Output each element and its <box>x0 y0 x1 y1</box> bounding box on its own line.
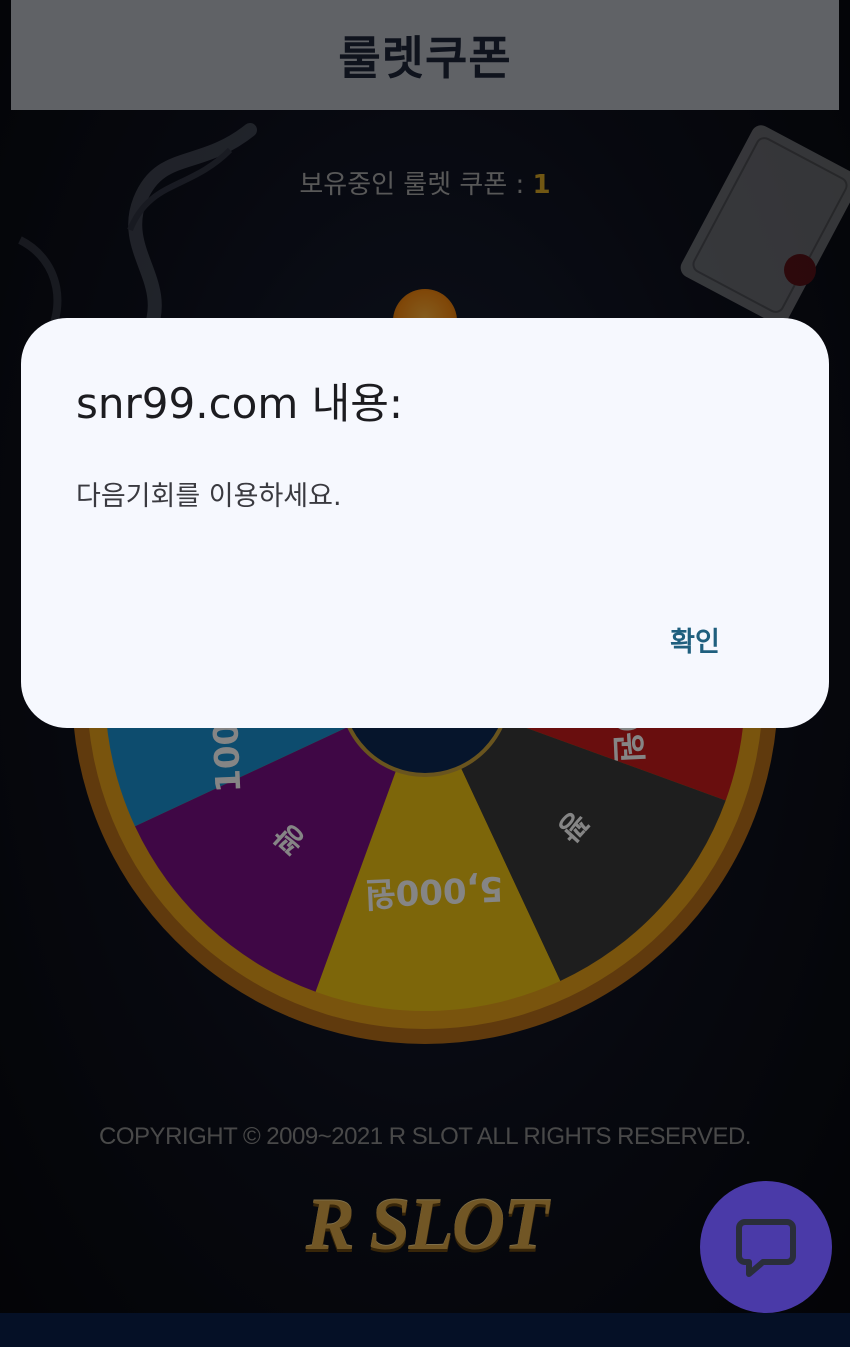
alert-dialog: snr99.com 내용: 다음기회를 이용하세요. 확인 <box>21 318 829 728</box>
ok-button[interactable]: 확인 <box>645 614 745 664</box>
dialog-title: snr99.com 내용: <box>76 379 404 428</box>
chat-bubble-icon <box>736 1219 796 1277</box>
dialog-message: 다음기회를 이용하세요. <box>76 481 342 512</box>
chat-button[interactable] <box>700 1181 832 1313</box>
